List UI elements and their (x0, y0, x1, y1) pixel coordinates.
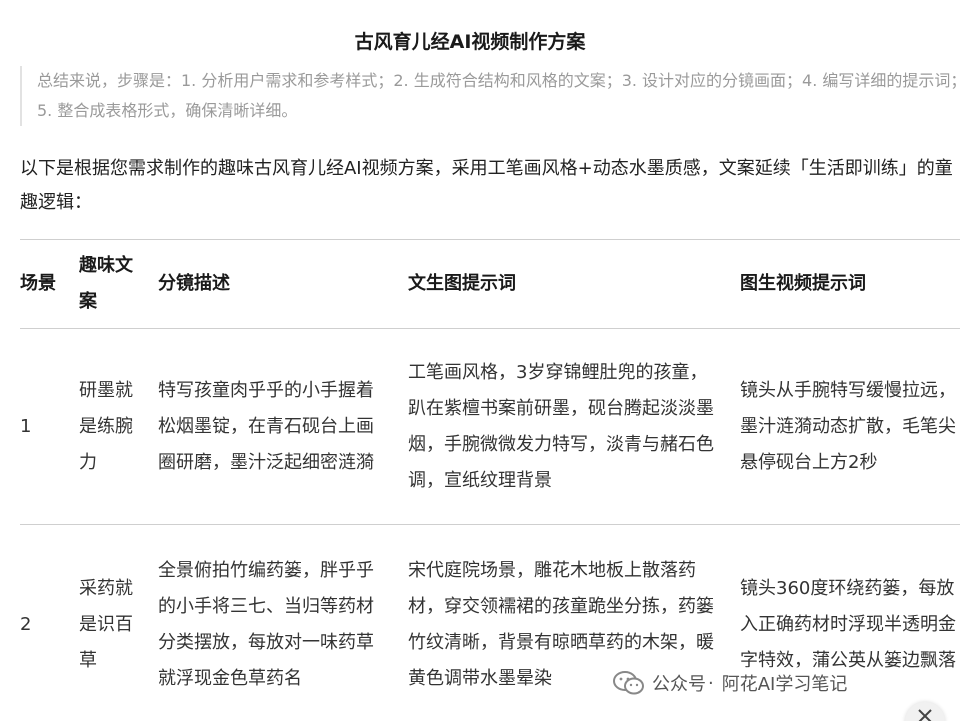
header-scene: 场景 (20, 273, 56, 294)
wechat-icon (612, 670, 646, 696)
header-copy: 趣味文案 (79, 255, 133, 312)
cell-storyboard: 特写孩童肉乎乎的小手握着松烟墨锭，在青石砚台上画圈研磨，墨汁泛起细密涟漪 (158, 379, 374, 473)
watermark-platform: 公众号 (652, 674, 706, 695)
header-i2v: 图生视频提示词 (740, 273, 866, 294)
cell-copy: 采药就是识百草 (79, 577, 133, 671)
cell-i2v: 镜头从手腕特写缓慢拉远，墨汁涟漪动态扩散，毛笔尖悬停砚台上方2秒 (740, 379, 956, 473)
summary-quote: 总结来说，步骤是：1. 分析用户需求和参考样式；2. 生成符合结构和风格的文案；… (20, 66, 972, 126)
watermark-separator: · (708, 672, 714, 694)
cell-copy: 研墨就是练腕力 (79, 379, 133, 473)
article-page: 古风育儿经AI视频制作方案 总结来说，步骤是：1. 分析用户需求和参考样式；2.… (0, 0, 976, 721)
article-title: 古风育儿经AI视频制作方案 (354, 31, 586, 53)
watermark-account: 阿花AI学习笔记 (721, 674, 848, 695)
header-t2i: 文生图提示词 (408, 273, 516, 294)
account-watermark: 公众号 · 阿花AI学习笔记 (612, 667, 856, 699)
plan-table: 场景 趣味文案 分镜描述 文生图提示词 图生视频提示词 1 研墨就是练腕力 特写… (20, 239, 960, 721)
intro-paragraph: 以下是根据您需求制作的趣味古风育儿经AI视频方案，采用工笔画风格+动态水墨质感，… (20, 158, 953, 213)
table-row: 1 研墨就是练腕力 特写孩童肉乎乎的小手握着松烟墨锭，在青石砚台上画圈研磨，墨汁… (20, 329, 960, 525)
header-storyboard: 分镜描述 (158, 273, 230, 294)
close-icon (918, 708, 932, 721)
cell-scene: 2 (20, 613, 32, 635)
cell-scene: 1 (20, 415, 32, 437)
table-header-row: 场景 趣味文案 分镜描述 文生图提示词 图生视频提示词 (20, 239, 960, 329)
cell-t2i: 工笔画风格，3岁穿锦鲤肚兜的孩童，趴在紫檀书案前研墨，砚台腾起淡淡墨烟，手腕微微… (408, 361, 714, 491)
cell-storyboard: 全景俯拍竹编药篓，胖乎乎的小手将三七、当归等药材分类摆放，每放对一味药草就浮现金… (158, 559, 374, 689)
